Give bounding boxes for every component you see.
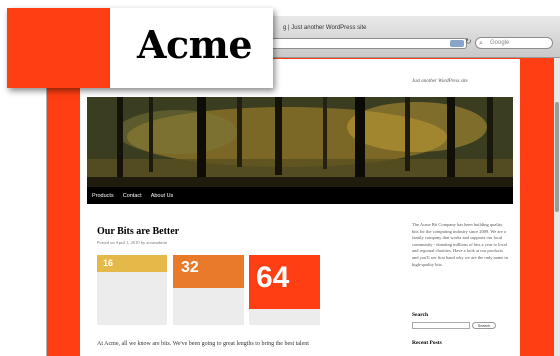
acme-logo: Acme: [7, 8, 273, 88]
sidebar-about-text: The Acme Bit Company has been building q…: [412, 222, 508, 267]
reload-icon[interactable]: ↻: [465, 37, 472, 46]
sidebar-search-button[interactable]: Search: [472, 322, 496, 329]
web-page: Just another WordPress site Products Con…: [80, 59, 520, 356]
bit-label-32: 32: [173, 255, 244, 288]
sidebar-search-input[interactable]: [412, 322, 470, 329]
rss-icon[interactable]: [450, 40, 464, 47]
nav-about-us[interactable]: About Us: [146, 187, 178, 199]
search-widget-title: Search: [412, 312, 429, 318]
header-forest-image: [87, 97, 513, 187]
logo-text: Acme: [137, 22, 253, 67]
bit-box-32: 32: [173, 255, 244, 325]
post-body: At Acme, all we know are bits. We've bee…: [97, 341, 309, 347]
recent-posts-title: Recent Posts: [412, 340, 442, 346]
bit-label-16: 16: [97, 255, 167, 272]
nav-products[interactable]: Products: [87, 187, 118, 199]
bit-label-64: 64: [249, 255, 320, 309]
post-title[interactable]: Our Bits are Better: [97, 226, 179, 237]
scrollbar[interactable]: [554, 58, 560, 356]
main-nav: Products Contact About Us: [87, 187, 513, 204]
logo-red-block: [7, 8, 110, 88]
window-title: g | Just another WordPress site: [283, 25, 367, 31]
nav-contact[interactable]: Contact: [118, 187, 146, 199]
bit-box-64: 64: [249, 255, 320, 325]
magnifier-icon: ⌕: [479, 39, 483, 47]
browser-search-input[interactable]: ⌕ Google: [475, 37, 553, 49]
bit-box-16: 16: [97, 255, 167, 325]
search-placeholder: Google: [490, 40, 510, 46]
post-meta: Posted on April 1, 2010 by acmeadmin: [97, 240, 168, 245]
site-tagline: Just another WordPress site: [412, 79, 468, 84]
scroll-thumb[interactable]: [555, 102, 559, 212]
